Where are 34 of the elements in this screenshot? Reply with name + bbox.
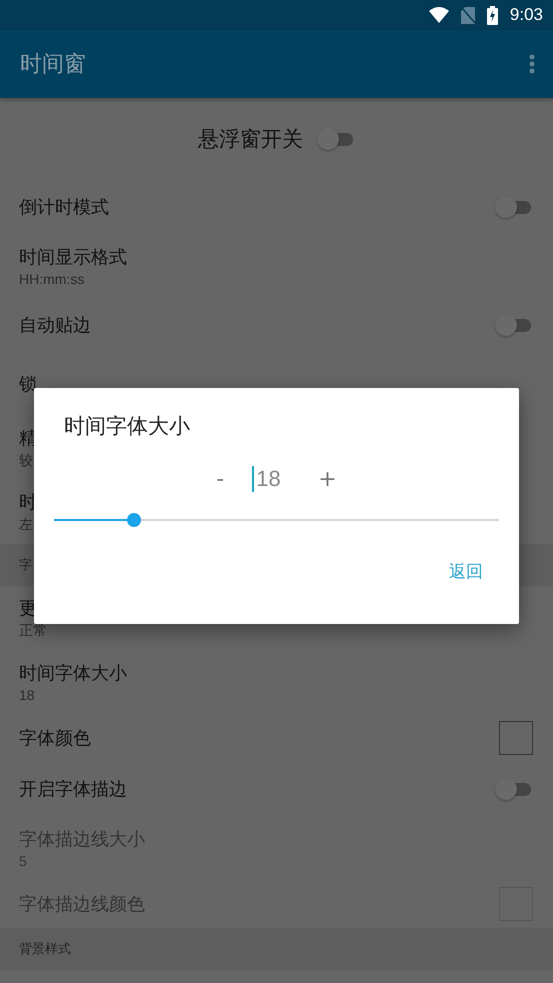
- setting-title: 开启字体描边: [19, 778, 127, 801]
- section-header: 字: [19, 557, 32, 574]
- dialog-title: 时间字体大小: [63, 413, 191, 440]
- slider-thumb[interactable]: [127, 513, 142, 527]
- increment-button[interactable]: +: [312, 466, 343, 492]
- switch-label: 悬浮窗开关: [198, 126, 303, 153]
- toggle-switch[interactable]: [495, 196, 533, 218]
- setting-summary: 较: [19, 452, 34, 470]
- setting-title: 更: [19, 597, 38, 620]
- setting-title: 时: [19, 491, 37, 514]
- decrement-button[interactable]: -: [210, 466, 230, 492]
- setting-title: 自动贴边: [19, 314, 91, 337]
- clock-time: 9:03: [510, 5, 543, 25]
- setting-summary: 正常: [19, 622, 47, 640]
- setting-title: 时间字体大小: [19, 662, 127, 685]
- back-button[interactable]: 返回: [449, 556, 483, 587]
- setting-title: 倒计时模式: [19, 196, 109, 219]
- setting-summary: 18: [19, 687, 36, 703]
- toggle-switch[interactable]: [317, 128, 355, 150]
- setting-summary: HH:mm:ss: [19, 271, 86, 287]
- no-sim-icon: [460, 6, 475, 24]
- toggle-switch[interactable]: [495, 314, 533, 336]
- toggle-switch[interactable]: [495, 778, 533, 800]
- battery-charging-icon: [486, 6, 498, 24]
- wifi-icon: [428, 7, 449, 23]
- setting-summary: 左: [19, 516, 34, 534]
- app-title: 时间窗: [20, 51, 86, 79]
- setting-title: 时间显示格式: [19, 246, 127, 269]
- setting-title: 锁: [19, 373, 37, 396]
- overflow-menu-icon[interactable]: [529, 54, 535, 74]
- value-field[interactable]: 18: [252, 466, 290, 492]
- color-swatch[interactable]: [499, 721, 533, 755]
- setting-title: 字体颜色: [19, 727, 91, 750]
- section-header: 背景样式: [19, 941, 71, 958]
